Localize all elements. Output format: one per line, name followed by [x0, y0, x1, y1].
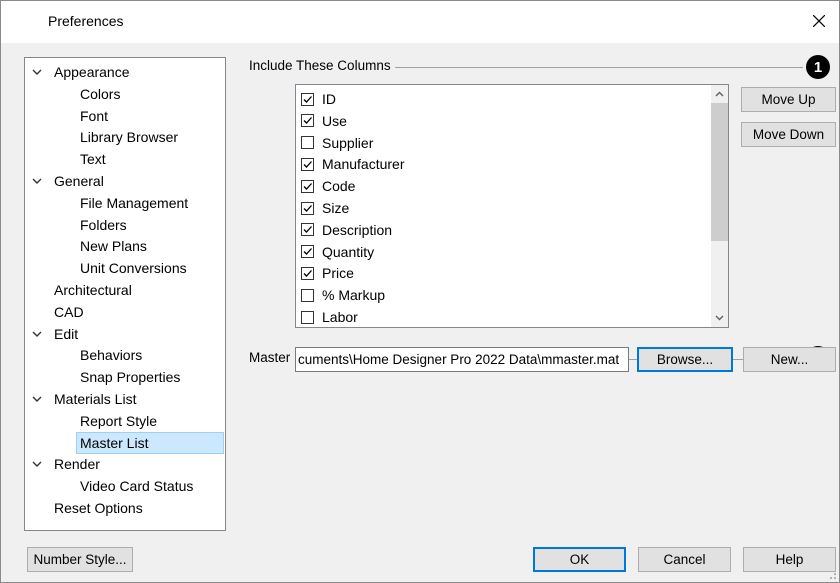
- resize-grip-icon[interactable]: [827, 570, 837, 580]
- column-label: % Markup: [322, 287, 386, 304]
- tree-item-materials-list[interactable]: Materials List: [52, 388, 138, 410]
- preferences-tree[interactable]: Appearance Colors Font Library Browser Text G…: [24, 57, 226, 531]
- column-checkbox[interactable]: [301, 157, 314, 171]
- checkmark-icon: [303, 160, 312, 168]
- tree-item-reset-options[interactable]: Reset Options: [52, 497, 145, 519]
- move-down-button[interactable]: Move Down: [741, 122, 836, 147]
- column-item[interactable]: Size: [301, 197, 349, 219]
- tree-item-general[interactable]: General: [52, 170, 106, 192]
- checkmark-icon: [303, 117, 312, 125]
- scroll-thumb[interactable]: [711, 103, 728, 241]
- close-icon: [813, 15, 825, 27]
- title-bar[interactable]: Preferences: [1, 1, 839, 43]
- tree-item-cad[interactable]: CAD: [52, 301, 86, 323]
- tree-item-folders[interactable]: Folders: [78, 214, 129, 236]
- column-checkbox[interactable]: [301, 245, 314, 259]
- column-label: Quantity: [322, 243, 375, 260]
- chevron-down-icon[interactable]: [31, 393, 43, 405]
- column-item[interactable]: Description: [301, 219, 392, 241]
- column-label: Manufacturer: [322, 156, 405, 173]
- checkmark-icon: [303, 95, 312, 103]
- column-checkbox[interactable]: [301, 310, 314, 324]
- column-checkbox[interactable]: [301, 223, 314, 237]
- column-label: Labor: [322, 309, 358, 325]
- column-item[interactable]: % Markup: [301, 284, 385, 306]
- scroll-down-icon[interactable]: [713, 311, 726, 324]
- column-label: Code: [322, 178, 356, 195]
- column-checkbox[interactable]: [301, 136, 314, 150]
- chevron-down-icon[interactable]: [31, 66, 43, 78]
- chevron-down-icon[interactable]: [31, 458, 43, 470]
- tree-item-edit[interactable]: Edit: [52, 323, 80, 345]
- ok-button[interactable]: OK: [533, 547, 626, 572]
- column-label: Description: [322, 221, 393, 238]
- columns-scrollbar[interactable]: [711, 85, 728, 327]
- tree-item-new-plans[interactable]: New Plans: [78, 235, 149, 257]
- checkmark-icon: [303, 248, 312, 256]
- new-button[interactable]: New...: [743, 347, 836, 372]
- column-item[interactable]: Price: [301, 262, 354, 284]
- checkmark-icon: [303, 269, 312, 277]
- column-label: Size: [322, 200, 350, 216]
- column-checkbox[interactable]: [301, 201, 314, 215]
- tree-item-video-card-status[interactable]: Video Card Status: [78, 475, 195, 497]
- tree-item-colors[interactable]: Colors: [78, 83, 122, 105]
- cancel-button[interactable]: Cancel: [638, 547, 731, 572]
- column-label: ID: [322, 91, 336, 107]
- columns-list[interactable]: ID Use Supplier Manufacturer Code Size Descrip…: [295, 84, 729, 328]
- number-style-button[interactable]: Number Style...: [27, 547, 133, 572]
- column-item[interactable]: Quantity: [301, 241, 374, 263]
- close-button[interactable]: [799, 1, 839, 41]
- tree-item-snap-properties[interactable]: Snap Properties: [78, 366, 182, 388]
- help-button[interactable]: Help: [743, 547, 836, 572]
- column-item[interactable]: Code: [301, 175, 355, 197]
- move-up-button[interactable]: Move Up: [741, 87, 836, 112]
- master-list-path-field[interactable]: cuments\Home Designer Pro 2022 Data\mmas…: [295, 347, 629, 372]
- column-label: Supplier: [322, 134, 374, 151]
- columns-group-label: Include These Columns: [249, 58, 395, 73]
- tree-item-render[interactable]: Render: [52, 453, 102, 475]
- column-checkbox[interactable]: [301, 92, 314, 106]
- tree-item-file-management[interactable]: File Management: [78, 192, 190, 214]
- column-checkbox[interactable]: [301, 288, 314, 302]
- tree-item-master-list[interactable]: Master List: [76, 431, 224, 454]
- tree-item-library-browser[interactable]: Library Browser: [78, 126, 180, 148]
- column-label: Price: [322, 265, 354, 282]
- tree-item-architectural[interactable]: Architectural: [52, 279, 134, 301]
- column-checkbox[interactable]: [301, 114, 314, 128]
- tree-item-appearance[interactable]: Appearance: [52, 61, 132, 83]
- tree-item-report-style[interactable]: Report Style: [78, 410, 159, 432]
- column-item[interactable]: Use: [301, 110, 347, 132]
- column-item[interactable]: Labor: [301, 306, 358, 327]
- tree-item-text[interactable]: Text: [78, 148, 108, 170]
- checkmark-icon: [303, 226, 312, 234]
- callout-badge-1: 1: [806, 55, 830, 79]
- column-label: Use: [322, 112, 347, 129]
- scroll-up-icon[interactable]: [713, 88, 726, 101]
- window-title: Preferences: [48, 13, 124, 29]
- tree-item-unit-conversions[interactable]: Unit Conversions: [78, 257, 189, 279]
- tree-item-behaviors[interactable]: Behaviors: [78, 344, 144, 366]
- column-checkbox[interactable]: [301, 266, 314, 280]
- column-item[interactable]: Manufacturer: [301, 153, 404, 175]
- column-item[interactable]: Supplier: [301, 132, 373, 154]
- chevron-down-icon[interactable]: [31, 328, 43, 340]
- checkmark-icon: [303, 204, 312, 212]
- preferences-dialog: Preferences Appearance Colors Font Library …: [0, 0, 840, 583]
- column-item[interactable]: ID: [301, 88, 336, 110]
- browse-button[interactable]: Browse...: [637, 347, 733, 372]
- column-checkbox[interactable]: [301, 179, 314, 193]
- tree-item-font[interactable]: Font: [78, 105, 110, 127]
- checkmark-icon: [303, 182, 312, 190]
- chevron-down-icon[interactable]: [31, 175, 43, 187]
